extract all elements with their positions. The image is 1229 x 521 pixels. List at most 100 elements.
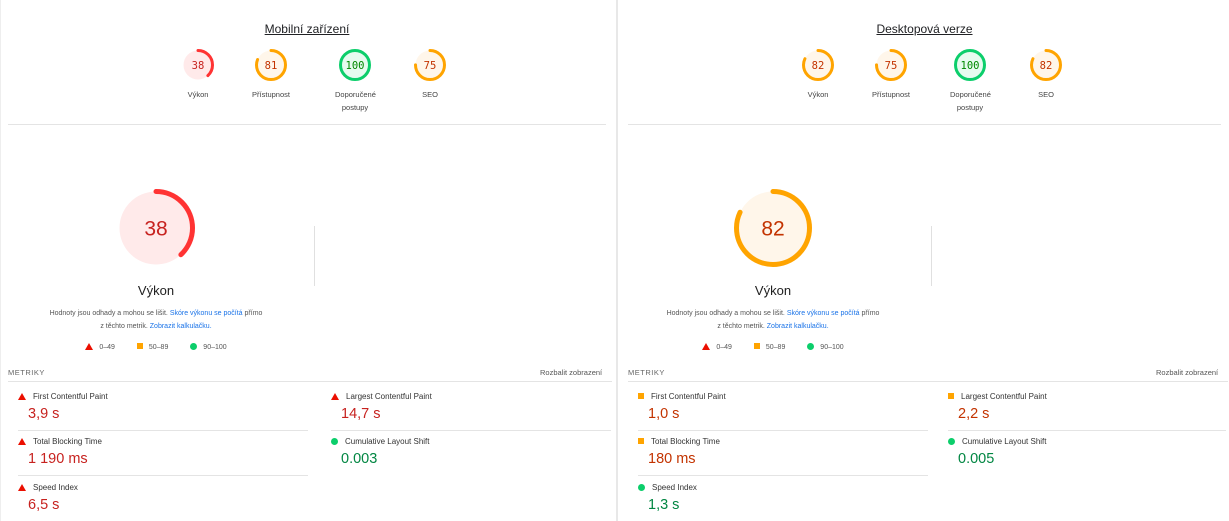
legend-label: 0–49 xyxy=(99,344,115,351)
metric-value: 6,5 s xyxy=(28,497,60,513)
legend-average: 50–89 xyxy=(753,343,786,351)
score-gauge-icon: 38 xyxy=(182,49,214,81)
score-calc-link[interactable]: Skóre výkonu se počítá xyxy=(787,310,860,317)
metric-name: Total Blocking Time xyxy=(638,436,918,448)
triangle-icon xyxy=(702,343,711,350)
expand-view-toggle[interactable]: Rozbalit zobrazení xyxy=(1156,368,1218,377)
desc-text: z těchto metrik. xyxy=(100,323,148,330)
triangle-icon xyxy=(18,393,26,400)
divider xyxy=(638,430,928,431)
score-gauge-icon: 81 xyxy=(255,49,287,81)
expand-view-toggle[interactable]: Rozbalit zobrazení xyxy=(540,368,602,377)
gauge-label: Doporučené postupy xyxy=(335,90,376,112)
calculator-link[interactable]: Zobrazit kalkulačku. xyxy=(150,323,212,330)
circle-icon xyxy=(331,438,338,445)
legend-fail: 0–49 xyxy=(702,343,732,351)
divider xyxy=(931,226,932,286)
gauge-accessibility[interactable]: 81 Přístupnost xyxy=(231,48,311,101)
score-gauge-icon: 75 xyxy=(414,49,446,81)
performance-big-gauge: 82 xyxy=(733,188,813,268)
metric-name: Cumulative Layout Shift xyxy=(948,436,1228,448)
performance-description: Hodnoty jsou odhady a mohou se lišit. Sk… xyxy=(6,307,306,333)
metric-name: Total Blocking Time xyxy=(18,436,298,448)
square-icon xyxy=(638,438,644,444)
metric-label: Total Blocking Time xyxy=(651,437,720,446)
divider xyxy=(628,124,1221,125)
metric-value: 1 190 ms xyxy=(28,451,88,467)
legend-label: 90–100 xyxy=(203,344,227,351)
calculator-link[interactable]: Zobrazit kalkulačku. xyxy=(767,323,829,330)
performance-title: Výkon xyxy=(754,283,792,298)
desc-text: přímo xyxy=(861,310,880,317)
gauge-score: 38 xyxy=(144,218,167,241)
gauge-seo[interactable]: 75 SEO xyxy=(390,48,470,101)
square-icon xyxy=(136,343,143,349)
triangle-icon xyxy=(331,393,339,400)
metric-name: Largest Contentful Paint xyxy=(331,391,611,403)
tab-desktop[interactable]: Desktopová verze xyxy=(620,22,1229,36)
metric-value: 3,9 s xyxy=(28,406,60,422)
gauge-score: 82 xyxy=(812,60,825,72)
square-icon xyxy=(753,343,760,349)
legend-label: 90–100 xyxy=(820,344,844,351)
divider xyxy=(8,381,612,382)
score-calc-link[interactable]: Skóre výkonu se počítá xyxy=(170,310,243,317)
category-gauges: 38 Výkon 81 Přístupnost 100 Doporučené post… xyxy=(0,48,614,118)
metric-label: Cumulative Layout Shift xyxy=(345,437,430,446)
legend-label: 50–89 xyxy=(765,344,786,351)
gauge-score: 81 xyxy=(265,60,278,72)
score-gauge-icon: 38 xyxy=(117,189,195,267)
divider xyxy=(8,124,606,125)
metric-speed-index: Speed Index 1,3 s xyxy=(638,482,918,513)
desc-text: přímo xyxy=(244,310,263,317)
gauge-performance[interactable]: 82 Výkon xyxy=(778,48,858,101)
gauge-score: 82 xyxy=(1040,60,1053,72)
divider xyxy=(948,430,1226,431)
metric-label: First Contentful Paint xyxy=(651,392,726,401)
metric-value: 2,2 s xyxy=(958,406,990,422)
circle-icon xyxy=(638,484,645,491)
gauge-score: 82 xyxy=(761,218,784,241)
metrics-heading: METRIKY xyxy=(8,368,45,377)
legend-pass: 90–100 xyxy=(807,343,844,351)
gauge-score: 75 xyxy=(424,60,437,72)
gauge-accessibility[interactable]: 75 Přístupnost xyxy=(851,48,931,101)
metric-name: Cumulative Layout Shift xyxy=(331,436,611,448)
metric-lcp: Largest Contentful Paint 14,7 s xyxy=(331,391,611,422)
triangle-icon xyxy=(18,484,26,491)
gauge-seo[interactable]: 82 SEO xyxy=(1006,48,1086,101)
metric-tbt: Total Blocking Time 180 ms xyxy=(638,436,918,467)
gauge-label: SEO xyxy=(1038,90,1054,99)
gauge-score: 100 xyxy=(961,60,980,72)
metric-value: 1,3 s xyxy=(648,497,680,513)
metric-cls: Cumulative Layout Shift 0.005 xyxy=(948,436,1228,467)
metric-label: Largest Contentful Paint xyxy=(346,392,432,401)
metric-cls: Cumulative Layout Shift 0.003 xyxy=(331,436,611,467)
metrics-heading: METRIKY xyxy=(628,368,665,377)
triangle-icon xyxy=(18,438,26,445)
gauge-label: Přístupnost xyxy=(872,90,910,99)
gauge-performance[interactable]: 38 Výkon xyxy=(158,48,238,101)
divider xyxy=(331,430,611,431)
circle-icon xyxy=(807,343,815,350)
score-gauge-icon: 82 xyxy=(1030,49,1062,81)
legend-average: 50–89 xyxy=(136,343,168,351)
gauge-label: Přístupnost xyxy=(252,90,290,99)
tab-mobile[interactable]: Mobilní zařízení xyxy=(0,22,614,36)
score-gauge-icon: 82 xyxy=(802,49,834,81)
circle-icon xyxy=(948,438,955,445)
desc-text: z těchto metrik. xyxy=(717,323,765,330)
legend-label: 0–49 xyxy=(716,344,732,351)
score-gauge-icon: 100 xyxy=(954,49,986,81)
panel-divider xyxy=(616,0,618,521)
metric-name: First Contentful Paint xyxy=(638,391,918,403)
gauge-best-practices[interactable]: 100 Doporučené postupy xyxy=(315,48,395,114)
metric-fcp: First Contentful Paint 3,9 s xyxy=(18,391,298,422)
performance-description: Hodnoty jsou odhady a mohou se lišit. Sk… xyxy=(623,307,923,333)
desc-text: Hodnoty jsou odhady a mohou se lišit. xyxy=(666,310,785,317)
score-legend: 0–49 50–89 90–100 xyxy=(623,343,923,351)
metric-value: 180 ms xyxy=(648,451,696,467)
gauge-best-practices[interactable]: 100 Doporučené postupy xyxy=(930,48,1010,114)
metric-label: First Contentful Paint xyxy=(33,392,108,401)
metric-name: First Contentful Paint xyxy=(18,391,298,403)
